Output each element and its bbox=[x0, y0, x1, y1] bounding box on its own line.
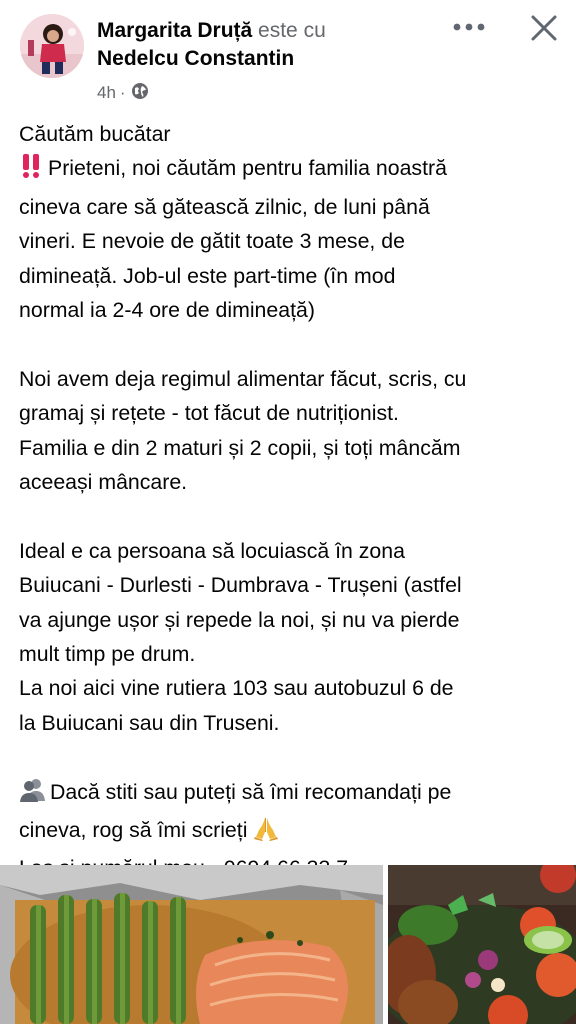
post-line-text: Dacă stiti sau puteți să îmi recomandați… bbox=[50, 779, 452, 804]
close-button[interactable] bbox=[524, 8, 564, 48]
post-line: La noi aici vine rutiera 103 sau autobuz… bbox=[19, 676, 454, 701]
folded-hands-icon bbox=[253, 815, 279, 851]
avatar-photo bbox=[20, 14, 84, 78]
post-header: Margarita Druță este cu Nedelcu Constant… bbox=[0, 0, 576, 110]
post-line: cineva, rog să îmi scrieți bbox=[19, 813, 564, 851]
post-line: normal ia 2-4 ore de dimineață) bbox=[19, 298, 315, 323]
post-line: cineva care să gătească zilnic, de luni … bbox=[19, 194, 430, 219]
post-line: dimineață. Job-ul este part-time (în mod bbox=[19, 263, 396, 288]
author-line: Margarita Druță este cu Nedelcu Constant… bbox=[97, 17, 437, 73]
post-time[interactable]: 4h bbox=[97, 83, 116, 103]
people-silhouette-icon bbox=[19, 777, 47, 813]
post-line: la Buiucani sau din Truseni. bbox=[19, 710, 280, 735]
double-exclamation-icon bbox=[19, 153, 45, 189]
author-name[interactable]: Margarita Druță bbox=[97, 19, 252, 42]
photo-chicken-salad[interactable] bbox=[388, 865, 576, 1024]
salmon-asparagus-image bbox=[0, 865, 383, 1024]
post-line: mult timp pe drum. bbox=[19, 642, 196, 667]
close-icon bbox=[531, 15, 557, 41]
more-icon bbox=[453, 23, 485, 31]
post-line: Familia e din 2 maturi și 2 copii, și to… bbox=[19, 435, 461, 460]
facebook-post: Margarita Druță este cu Nedelcu Constant… bbox=[0, 0, 576, 1024]
author-avatar[interactable] bbox=[20, 14, 84, 78]
post-line: Buiucani - Durlesti - Dumbrava - Trușeni… bbox=[19, 573, 462, 598]
post-photos bbox=[0, 865, 576, 1024]
more-options-button[interactable] bbox=[447, 10, 491, 44]
post-meta: 4h · bbox=[97, 82, 149, 104]
post-text: Căutăm bucătar Prieteni, noi căutăm pent… bbox=[19, 117, 564, 886]
chicken-salad-image bbox=[388, 865, 576, 1024]
post-line: gramaj și rețete - tot făcut de nutrițio… bbox=[19, 401, 399, 426]
tagged-name[interactable]: Nedelcu Constantin bbox=[97, 45, 437, 73]
post-line: va ajunge ușor și repede la noi, și nu v… bbox=[19, 607, 460, 632]
post-line-text: cineva, rog să îmi scrieți bbox=[19, 818, 248, 843]
post-line: Dacă stiti sau puteți să îmi recomandați… bbox=[19, 775, 564, 813]
meta-separator: · bbox=[119, 83, 126, 102]
with-label: este cu bbox=[258, 19, 326, 42]
globe-icon bbox=[131, 82, 149, 105]
photo-salmon-asparagus[interactable] bbox=[0, 865, 383, 1024]
post-line: vineri. E nevoie de gătit toate 3 mese, … bbox=[19, 229, 405, 254]
post-line: aceeași mâncare. bbox=[19, 470, 188, 495]
post-line: Ideal e ca persoana să locuiască în zona bbox=[19, 538, 405, 563]
post-line: Prieteni, noi căutăm pentru familia noas… bbox=[19, 151, 564, 189]
post-line: Noi avem deja regimul alimentar făcut, s… bbox=[19, 366, 467, 391]
post-line: Căutăm bucătar bbox=[19, 122, 171, 146]
post-line-text: Prieteni, noi căutăm pentru familia noas… bbox=[48, 156, 447, 181]
